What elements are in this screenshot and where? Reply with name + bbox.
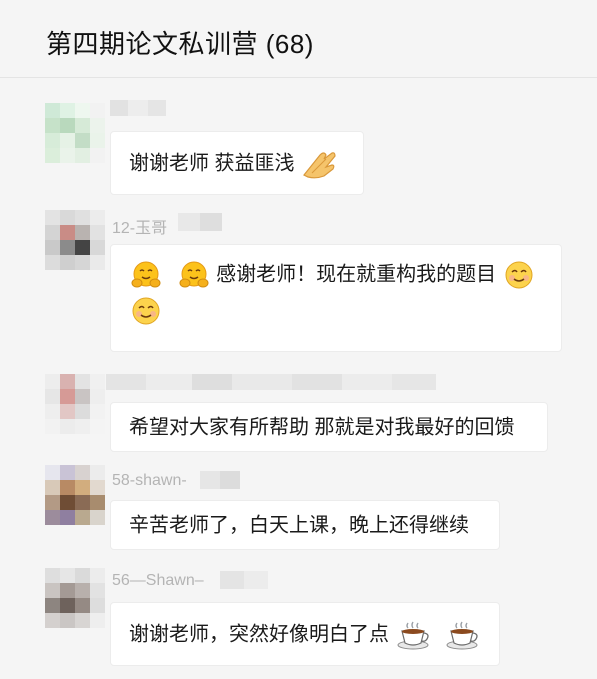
sender-name: 56—Shawn– [112,572,204,589]
avatar[interactable] [45,465,105,525]
sender-name: 12-玉哥 [112,220,168,237]
message-text: 谢谢老师 获益匪浅 [129,152,295,175]
redacted-name [178,213,222,231]
redacted-name [220,571,268,589]
smile-icon [504,260,534,290]
avatar[interactable] [45,103,105,163]
redacted-name [106,374,436,390]
chat-title[interactable]: 第四期论文私训营 (68) [46,24,314,61]
coffee-icon [446,620,480,650]
smile-icon [131,296,161,326]
chat-header: 第四期论文私训营 (68) [0,0,597,78]
message-bubble[interactable]: 辛苦老师了，白天上课，晚上还得继续 [110,500,500,550]
redacted-name [200,471,240,489]
message-text: 感谢老师！现在就重构我的题目 [216,263,497,286]
avatar[interactable] [45,210,105,270]
clap-icon [302,149,338,179]
message-bubble[interactable]: 谢谢老师 获益匪浅 [110,131,364,195]
message-text: 希望对大家有所帮助 那就是对我最好的回馈 [129,416,515,439]
message-text: 辛苦老师了，白天上课，晚上还得继续 [129,514,469,537]
hug-icon [131,260,161,290]
coffee-icon [397,620,431,650]
message-bubble[interactable]: 感谢老师！现在就重构我的题目 [110,244,562,352]
avatar[interactable] [45,374,105,434]
sender-name: 58-shawn- [112,472,187,489]
message-bubble[interactable]: 希望对大家有所帮助 那就是对我最好的回馈 [110,402,548,452]
message-bubble[interactable]: 谢谢老师，突然好像明白了点 [110,602,500,666]
hug-icon [179,260,209,290]
message-text: 谢谢老师，突然好像明白了点 [129,623,389,646]
avatar[interactable] [45,568,105,628]
redacted-name [110,100,166,116]
